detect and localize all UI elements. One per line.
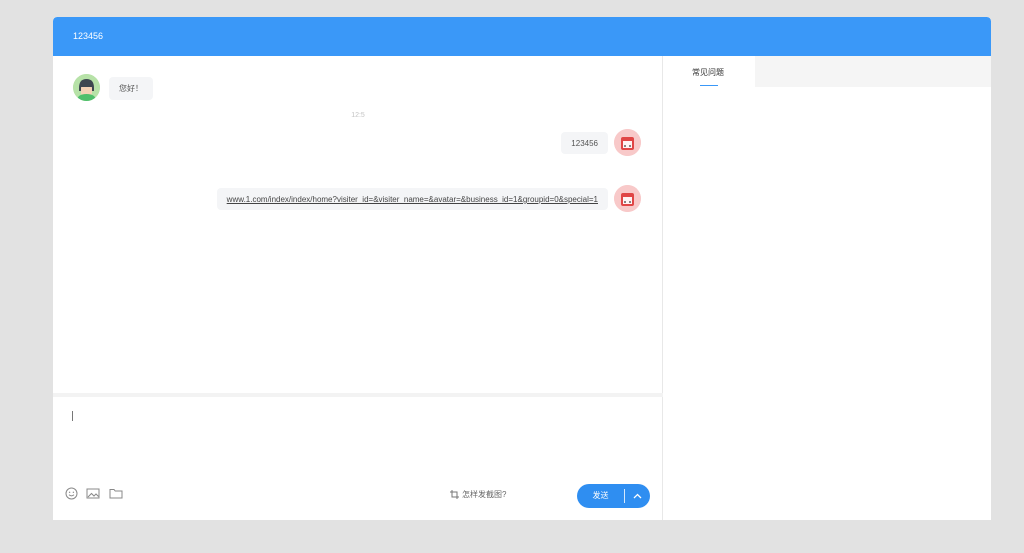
chat-window: 123456 您好！ 12:5 123456 www.1.com/index/i… [53,17,991,520]
visitor-avatar [614,129,641,156]
send-button-group: 发送 [577,484,650,508]
screenshot-help-label: 怎样发截图? [462,490,507,499]
smile-icon[interactable] [65,487,78,500]
tab-faq[interactable]: 常见问题 [664,56,755,87]
crop-icon [450,490,459,499]
text-caret [72,411,73,421]
chat-pane: 您好！ 12:5 123456 www.1.com/index/index/ho… [53,56,663,520]
visitor-message-bubble: 123456 [561,132,608,154]
message-timestamp: 12:5 [351,112,365,119]
window-title: 123456 [73,31,104,41]
image-icon[interactable] [86,487,100,500]
tab-faq-label: 常见问题 [692,68,724,77]
screenshot-help-link[interactable]: 怎样发截图? [449,489,506,500]
agent-avatar [73,74,100,101]
send-options-button[interactable] [625,484,650,508]
side-tab-bar: 常见问题 [664,56,991,87]
folder-icon[interactable] [109,487,123,500]
visitor-link-message[interactable]: www.1.com/index/index/home?visiter_id=&v… [216,188,608,210]
chevron-up-icon [633,493,642,499]
title-bar: 123456 [53,17,991,56]
visitor-avatar [614,185,641,212]
active-tab-indicator [700,85,718,86]
message-list[interactable]: 您好！ 12:5 123456 www.1.com/index/index/ho… [53,56,663,393]
message-input[interactable]: 怎样发截图? 发送 [53,397,663,520]
agent-message-bubble: 您好！ [109,77,153,100]
send-button[interactable]: 发送 [577,484,624,508]
side-panel: 常见问题 [664,56,991,520]
